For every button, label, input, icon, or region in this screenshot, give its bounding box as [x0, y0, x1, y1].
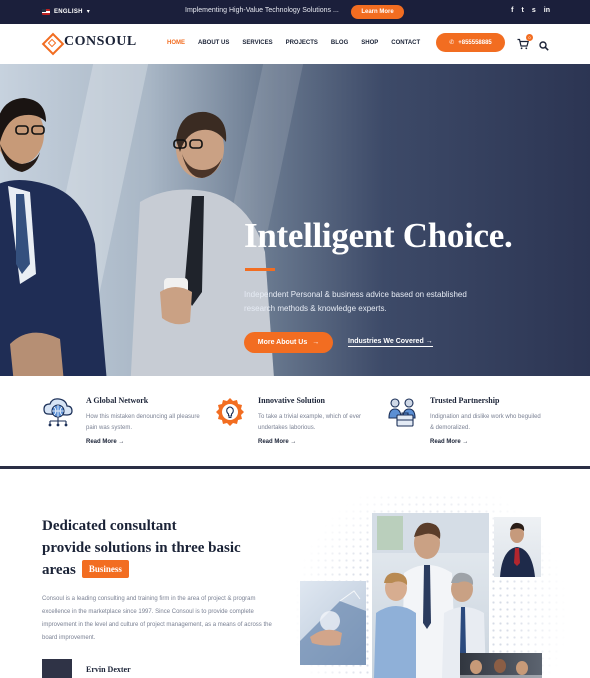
collage-image-laptop-hands [300, 581, 366, 665]
nav-item-home[interactable]: HOME [167, 40, 185, 46]
site-header: CONSOUL HOME ABOUT US SERVICES PROJECTS … [0, 24, 590, 64]
global-network-icon [43, 398, 73, 427]
read-more-link[interactable]: Read More → [258, 439, 296, 445]
business-tag: Business [81, 560, 129, 578]
logo-text: CONSOUL [64, 34, 137, 49]
learn-more-button[interactable]: Learn More [351, 5, 404, 19]
about-text: Consoul is a leading consulting and trai… [42, 596, 272, 641]
partnership-icon [388, 398, 416, 427]
social-links: f t s in [511, 7, 550, 14]
collage-image-businessman [494, 517, 541, 577]
language-label: ENGLISH [54, 8, 83, 15]
feature-title: Innovative Solution [258, 396, 325, 405]
nav-item-about-us[interactable]: ABOUT US [198, 40, 229, 46]
logo[interactable]: CONSOUL [42, 33, 137, 51]
cart-count-badge: 0 [526, 34, 533, 41]
about-title-line: areas [42, 562, 76, 578]
hero-subtitle: Independent Personal & business advice b… [244, 290, 467, 313]
nav-item-projects[interactable]: PROJECTS [286, 40, 318, 46]
nav-item-shop[interactable]: SHOP [361, 40, 378, 46]
phone-button[interactable]: ✆ +855558885 [436, 33, 505, 52]
about-title: Dedicated consultant provide solutions i… [42, 515, 282, 581]
arrow-right-icon: → [425, 338, 433, 345]
skype-icon[interactable]: s [532, 7, 536, 14]
us-flag-icon [42, 8, 50, 15]
phone-icon: ✆ [449, 40, 455, 46]
read-more-label: Read More [258, 439, 289, 445]
feature-text: How this mistaken denouncing all pleasur… [86, 414, 200, 431]
about-title-line: Dedicated consultant [42, 518, 177, 534]
linkedin-icon[interactable]: in [544, 7, 550, 14]
arrow-right-icon: → [312, 339, 320, 346]
about-section: Dedicated consultant provide solutions i… [0, 469, 590, 678]
main-nav: HOME ABOUT US SERVICES PROJECTS BLOG SHO… [167, 40, 433, 46]
collage-image-office [460, 653, 542, 678]
read-more-label: Read More [86, 439, 117, 445]
announcement-text: Implementing High-Value Technology Solut… [185, 7, 339, 14]
language-selector[interactable]: ENGLISH ▾ [42, 8, 90, 15]
more-about-us-button[interactable]: More About Us → [244, 332, 333, 353]
innovation-gear-icon [216, 398, 244, 426]
about-title-line: provide solutions in three basic [42, 540, 241, 556]
nav-item-services[interactable]: SERVICES [242, 40, 272, 46]
hero-person-left-image [0, 98, 107, 376]
feature-title: Trusted Partnership [430, 396, 500, 405]
search-icon [539, 41, 549, 51]
twitter-icon[interactable]: t [522, 7, 524, 14]
more-about-us-label: More About Us [257, 339, 308, 346]
facebook-icon[interactable]: f [511, 7, 513, 14]
features-section: A Global Network How this mistaken denou… [0, 376, 590, 466]
feature-text: To take a trivial example, which of ever… [258, 414, 362, 431]
industries-link[interactable]: Industries We Covered → [348, 338, 433, 347]
search-button[interactable] [539, 38, 549, 51]
nav-item-contact[interactable]: CONTACT [391, 40, 420, 46]
cart-button[interactable]: 0 [517, 34, 533, 50]
hero-banner: Intelligent Choice. Independent Personal… [0, 64, 590, 376]
read-more-link[interactable]: Read More → [86, 439, 124, 445]
top-bar: ENGLISH ▾ Implementing High-Value Techno… [0, 0, 590, 24]
chevron-down-icon: ▾ [86, 9, 91, 15]
author-avatar [42, 659, 72, 678]
phone-number: +855558885 [458, 39, 492, 46]
nav-item-blog[interactable]: BLOG [331, 40, 348, 46]
logo-diamond-icon [42, 33, 60, 51]
author-name: Ervin Dexter [86, 665, 131, 674]
hero-title: Intelligent Choice. [244, 216, 513, 255]
industries-label: Industries We Covered [348, 338, 424, 345]
read-more-label: Read More [430, 439, 461, 445]
hero-accent-line [245, 268, 275, 271]
read-more-link[interactable]: Read More → [430, 439, 468, 445]
feature-title: A Global Network [86, 396, 149, 405]
feature-text: Indignation and dislike work who beguile… [430, 414, 541, 431]
